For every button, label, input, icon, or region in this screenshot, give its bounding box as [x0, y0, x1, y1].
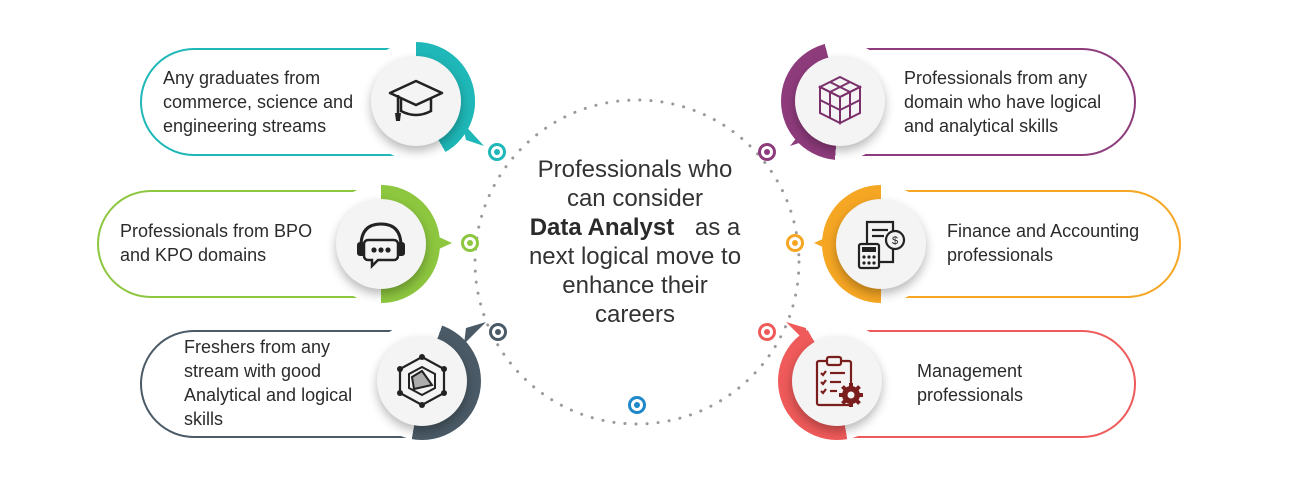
center-line-2: can consider	[566, 185, 704, 212]
card-graduates-line: engineering streams	[163, 116, 327, 136]
connector-dot-bpo	[461, 234, 479, 252]
card-domain-line: and analytical skills	[904, 116, 1059, 136]
card-finance-text: Finance and Accounting professionals	[947, 219, 1139, 267]
clipboard-gear-icon	[792, 336, 882, 426]
card-domain-line: Professionals from any	[904, 68, 1088, 88]
card-management-line: professionals	[917, 385, 1024, 405]
card-management-text: Management professionals	[917, 359, 1023, 407]
center-line-3: Data Analyst as a	[500, 213, 770, 242]
cubes-icon	[795, 56, 885, 146]
center-line-5: enhance their	[562, 272, 708, 299]
center-line-4: next logical move to	[528, 243, 742, 270]
card-bpo-line: and KPO domains	[120, 245, 267, 265]
connector-dot-bottom	[628, 396, 646, 414]
graduation-cap-icon	[371, 56, 461, 146]
center-line-1: Professionals who	[537, 156, 733, 183]
center-statement: Professionals who can consider Data Anal…	[500, 155, 770, 329]
card-finance-line: Finance and Accounting	[947, 221, 1140, 241]
card-domain-text: Professionals from any domain who have l…	[904, 66, 1101, 138]
center-line-3-rest: as a	[694, 214, 741, 241]
card-finance-line: professionals	[947, 245, 1054, 265]
headset-chat-icon	[336, 199, 426, 289]
calculator-invoice-icon: $	[836, 199, 926, 289]
icon-holder-graduates	[357, 42, 475, 160]
analytics-network-icon	[377, 336, 467, 426]
svg-text:$: $	[892, 235, 898, 247]
icon-holder-management	[778, 322, 896, 440]
card-graduates-line: commerce, science and	[163, 92, 354, 112]
card-freshers-text: Freshers from any stream with good Analy…	[184, 335, 352, 431]
center-line-6: careers	[594, 301, 676, 328]
icon-holder-finance: $	[822, 185, 940, 303]
icon-holder-bpo	[322, 185, 440, 303]
icon-holder-freshers	[363, 322, 481, 440]
icon-holder-domain	[781, 42, 899, 160]
card-management-line: Management	[917, 361, 1023, 381]
card-freshers-line: Analytical and logical	[184, 385, 353, 405]
diagram-stage: Any graduates from commerce, science and…	[0, 0, 1300, 491]
card-domain-line: domain who have logical	[904, 92, 1102, 112]
connector-dot-finance	[786, 234, 804, 252]
card-graduates-line: Any graduates from	[163, 68, 321, 88]
card-freshers-line: stream with good	[184, 361, 322, 381]
card-bpo-line: Professionals from BPO	[120, 221, 313, 241]
center-highlight: Data Analyst	[529, 214, 675, 241]
card-bpo-text: Professionals from BPO and KPO domains	[120, 219, 312, 267]
card-graduates-text: Any graduates from commerce, science and…	[163, 66, 353, 138]
card-freshers-line: skills	[184, 409, 223, 429]
card-freshers-line: Freshers from any	[184, 337, 331, 357]
